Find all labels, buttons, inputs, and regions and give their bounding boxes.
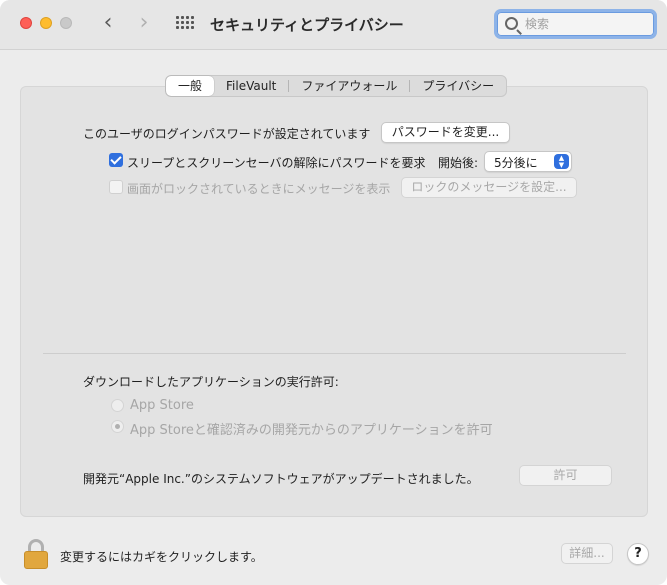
change-password-button[interactable]: パスワードを変更... <box>381 122 510 143</box>
search-field[interactable] <box>494 9 657 39</box>
radio-app-store-identified[interactable] <box>111 420 124 433</box>
allow-button[interactable]: 許可 <box>519 465 612 486</box>
radio-app-store-label: App Store <box>130 398 194 413</box>
minimize-button[interactable] <box>40 17 52 29</box>
section-divider <box>43 353 626 354</box>
preferences-window: ‹ › セキュリティとプライバシー 一般 FileVault ファイアウォール … <box>0 0 667 585</box>
search-icon <box>505 17 518 30</box>
tab-general[interactable]: 一般 <box>166 76 215 96</box>
close-button[interactable] <box>20 17 32 29</box>
window-title: セキュリティとプライバシー <box>210 16 404 34</box>
set-lock-message-button[interactable]: ロックのメッセージを設定... <box>401 177 577 198</box>
title-bar: ‹ › セキュリティとプライバシー <box>0 0 667 50</box>
lock-message-checkbox[interactable] <box>109 180 123 194</box>
show-all-grid-icon[interactable] <box>176 16 194 30</box>
lock-message-label: 画面がロックされているときにメッセージを表示 <box>127 182 391 196</box>
downloads-heading: ダウンロードしたアプリケーションの実行許可: <box>83 375 339 389</box>
require-password-checkbox[interactable] <box>109 153 123 167</box>
chevron-up-down-icon: ▲ ▼ <box>554 154 569 169</box>
after-label: 開始後: <box>438 156 479 170</box>
password-set-text: このユーザのログインパスワードが設定されています <box>83 127 371 141</box>
help-button[interactable]: ? <box>627 543 649 565</box>
tab-firewall[interactable]: ファイアウォール <box>289 76 409 96</box>
lock-icon[interactable] <box>24 539 48 569</box>
tab-privacy[interactable]: プライバシー <box>410 76 506 96</box>
tab-filevault[interactable]: FileVault <box>214 76 288 96</box>
forward-arrow-icon[interactable]: › <box>133 10 155 36</box>
password-delay-select[interactable]: 5分後に ▲ ▼ <box>484 151 572 172</box>
lock-instruction-text: 変更するにはカギをクリックします。 <box>60 550 263 564</box>
radio-app-store-identified-label: App Storeと確認済みの開発元からのアプリケーションを許可 <box>130 423 493 438</box>
require-password-label: スリープとスクリーンセーバの解除にパスワードを要求 <box>127 156 426 170</box>
system-software-text: 開発元“Apple Inc.”のシステムソフトウェアがアップデートされました。 <box>83 472 479 486</box>
password-delay-value: 5分後に <box>494 156 538 170</box>
search-input[interactable] <box>525 15 645 33</box>
back-arrow-icon[interactable]: ‹ <box>97 10 119 36</box>
tab-bar: 一般 FileVault ファイアウォール プライバシー <box>165 75 508 97</box>
zoom-button[interactable] <box>60 17 72 29</box>
radio-app-store[interactable] <box>111 399 124 412</box>
advanced-button[interactable]: 詳細... <box>561 543 613 564</box>
